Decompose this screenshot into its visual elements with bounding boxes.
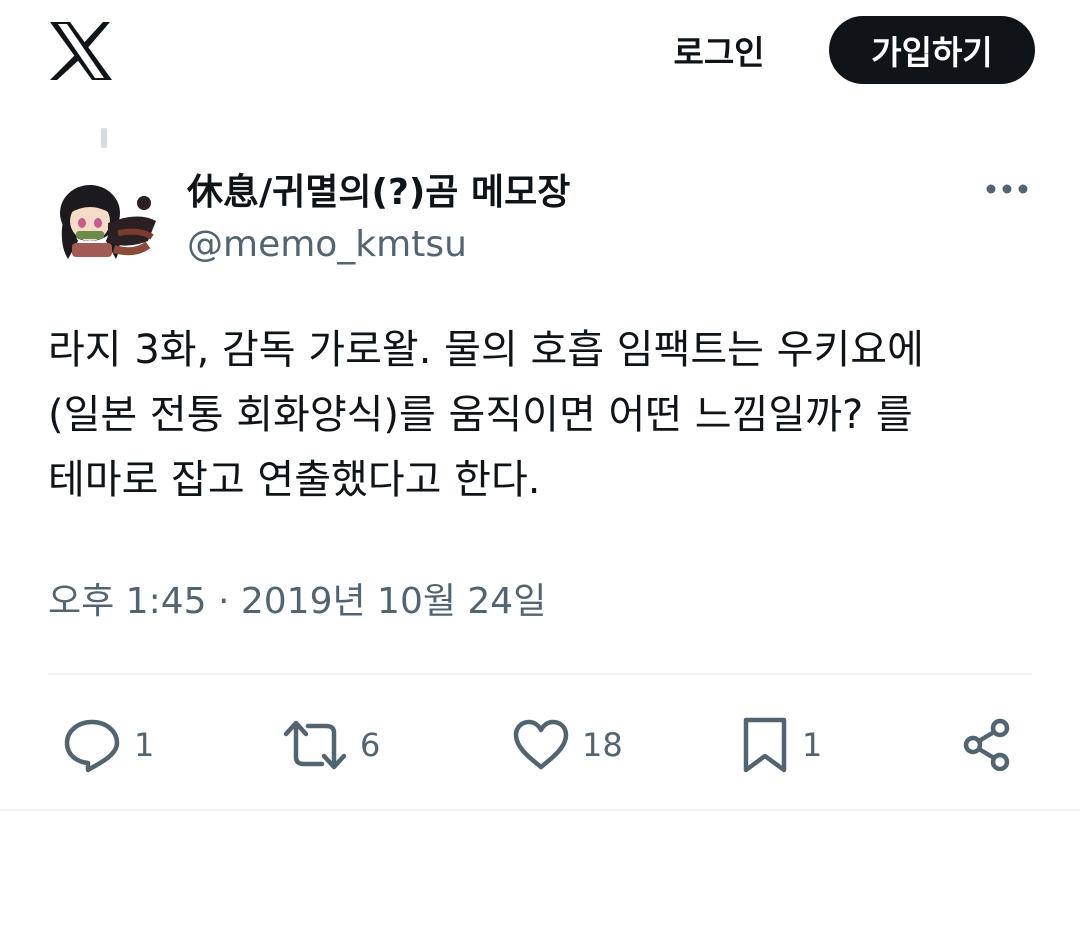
reply-count: 1: [134, 726, 155, 764]
signup-button[interactable]: 가입하기: [829, 16, 1035, 84]
divider: [48, 673, 1032, 675]
thread-connector-line: [101, 128, 107, 148]
reply-icon: [62, 717, 122, 773]
like-count: 18: [582, 726, 623, 764]
login-button[interactable]: 로그인: [646, 22, 792, 78]
reply-button[interactable]: 1: [62, 715, 154, 775]
share-icon: [960, 717, 1016, 773]
top-bar: 로그인 가입하기: [0, 0, 1080, 110]
bookmark-button[interactable]: 1: [740, 715, 822, 775]
author-handle[interactable]: @memo_kmtsu: [187, 224, 467, 265]
bookmark-count: 1: [802, 726, 823, 764]
more-dots-icon[interactable]: [982, 172, 1032, 206]
like-button[interactable]: 18: [512, 715, 623, 775]
heart-icon: [512, 717, 570, 773]
avatar[interactable]: [48, 163, 160, 275]
tweet-text: 라지 3화, 감독 가로왈. 물의 호흡 임팩트는 우키요에 (일본 전통 회화…: [48, 327, 924, 503]
bookmark-icon: [740, 716, 790, 774]
retweet-count: 6: [360, 726, 381, 764]
bottom-divider: [0, 809, 1080, 811]
tweet-actions-bar: 1 6 18 1: [0, 705, 1080, 785]
share-button[interactable]: [960, 715, 1016, 775]
tweet-timestamp[interactable]: 오후 1:45 · 2019년 10월 24일: [48, 572, 546, 624]
retweet-button[interactable]: 6: [282, 715, 380, 775]
x-logo-icon[interactable]: [48, 20, 114, 82]
retweet-icon: [282, 717, 348, 773]
author-display-name[interactable]: 休息/귀멸의(?)곰 메모장: [187, 163, 570, 215]
